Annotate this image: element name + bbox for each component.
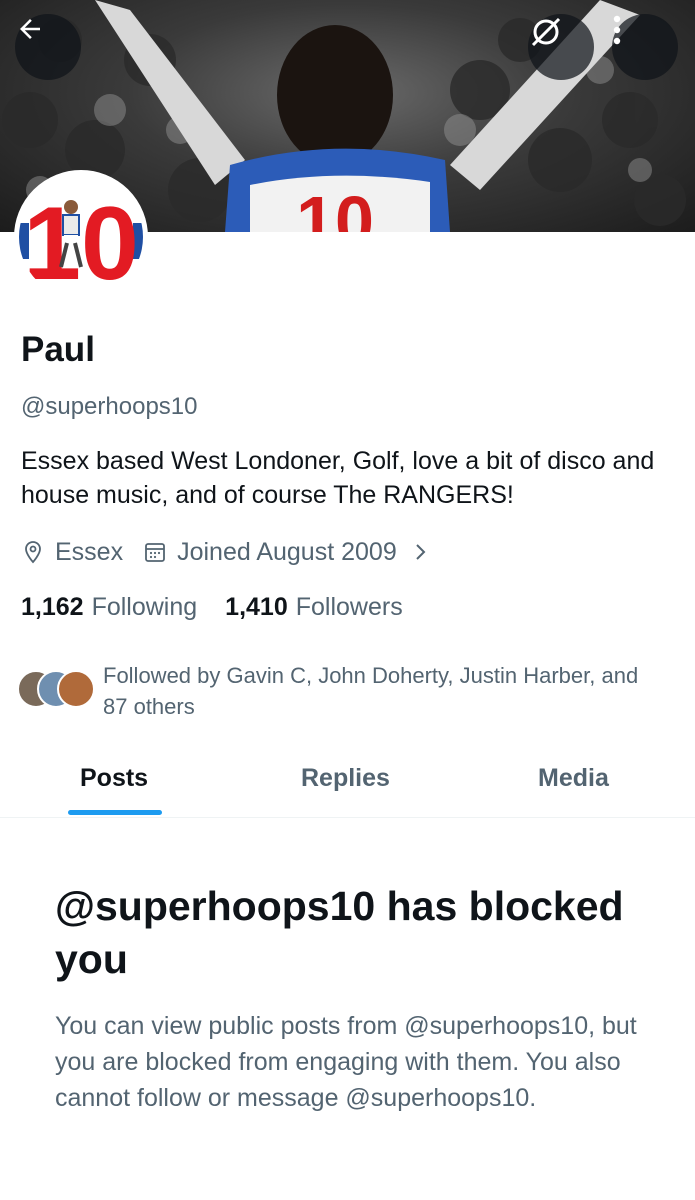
avatar-image: 10 (19, 175, 143, 299)
profile-location: Essex (55, 537, 124, 566)
profile-joined[interactable]: Joined August 2009 (177, 538, 397, 567)
follow-counts: 1,162 Following 1,410 Followers (21, 590, 431, 624)
profile-bio: Essex based West Londoner, Golf, love a … (21, 447, 655, 509)
following-count[interactable]: 1,162 (21, 593, 84, 622)
profile-meta: Essex Joined August 2009 (21, 535, 441, 569)
blocked-body: You can view public posts from @superhoo… (55, 1012, 637, 1112)
profile-avatar[interactable]: 10 (14, 170, 148, 304)
profile-tabs: Posts Replies Media (0, 752, 695, 818)
active-tab-indicator (68, 810, 162, 815)
tab-posts[interactable]: Posts (80, 752, 148, 818)
followed-by-text[interactable]: Followed by Gavin C, John Doherty, Justi… (103, 660, 663, 722)
tab-replies[interactable]: Replies (301, 752, 390, 818)
profile-handle: @superhoops10 (21, 393, 198, 420)
avatar-number: 10 (23, 186, 139, 299)
more-options-button[interactable] (612, 14, 678, 80)
location-icon (21, 540, 45, 564)
chevron-right-icon[interactable] (411, 540, 431, 564)
profile-name: Paul (21, 330, 95, 369)
followers-count[interactable]: 1,410 (225, 593, 288, 622)
avatar (57, 670, 95, 708)
followers-label[interactable]: Followers (296, 593, 403, 622)
back-button[interactable] (15, 14, 81, 80)
followed-by[interactable]: Followed by Gavin C, John Doherty, Justi… (17, 660, 663, 722)
svg-text:10: 10 (296, 182, 374, 232)
tab-media[interactable]: Media (538, 752, 609, 818)
calendar-icon (143, 540, 167, 564)
following-label[interactable]: Following (92, 593, 198, 622)
follower-avatars (17, 670, 97, 714)
grok-button[interactable] (528, 14, 594, 80)
blocked-title: @superhoops10 has blocked you (55, 883, 624, 982)
